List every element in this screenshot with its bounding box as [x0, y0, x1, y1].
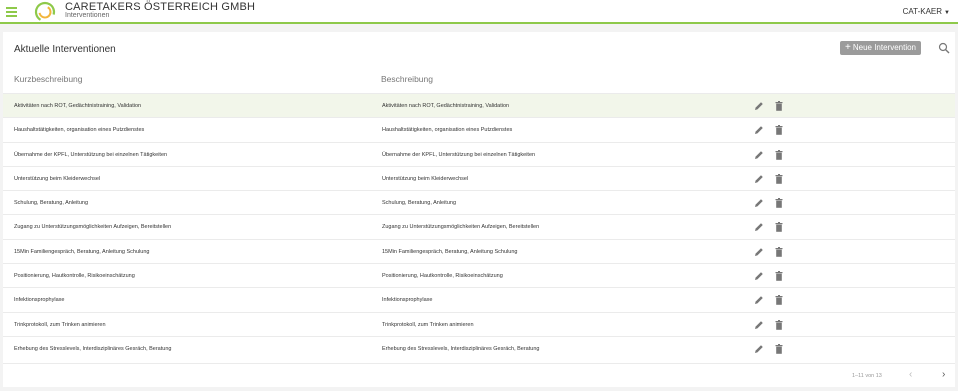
cell-description: Zugang zu Unterstützungsmöglichkeiten Au… — [382, 224, 540, 231]
trash-icon[interactable] — [775, 101, 783, 111]
trash-icon[interactable] — [775, 125, 783, 136]
pencil-icon[interactable] — [754, 150, 764, 160]
pencil-icon[interactable] — [754, 198, 764, 208]
user-menu[interactable]: CAT-KAER ▼ — [903, 7, 950, 16]
new-intervention-label: Neue Intervention — [852, 43, 916, 52]
trash-icon[interactable] — [775, 319, 783, 330]
next-page-icon[interactable]: › — [942, 369, 945, 380]
table-row[interactable]: Trinkprotokoll, zum Trinken animieren Tri… — [3, 311, 955, 336]
trash-icon[interactable] — [775, 246, 783, 257]
page-title: Aktuelle Interventionen — [14, 44, 116, 55]
menu-icon[interactable] — [6, 7, 17, 17]
pencil-icon[interactable] — [754, 344, 764, 354]
top-bar: CARETAKERS ÖSTERREICH GMBH Interventione… — [0, 0, 958, 24]
table-row[interactable]: Erhebung des Stresslevels, Interdiszipli… — [3, 335, 955, 360]
prev-page-icon[interactable]: ‹ — [909, 369, 912, 380]
cell-description: Infektionsprophylaxe — [382, 297, 433, 304]
pencil-icon[interactable] — [754, 320, 764, 330]
trash-icon[interactable] — [775, 149, 783, 160]
user-name: CAT-KAER — [902, 7, 943, 16]
trash-icon[interactable] — [775, 271, 783, 281]
cell-description: Schulung, Beratung, Anleitung — [382, 200, 457, 207]
company-logo — [34, 1, 56, 23]
column-header-description[interactable]: Beschreibung — [381, 74, 433, 84]
cell-short-description: Schulung, Beratung, Anleitung — [14, 200, 89, 207]
table-row[interactable]: Infektionsprophylaxe Infektionsprophylaxe — [3, 287, 955, 311]
pagination-bar: 1–11 von 13 ‹ › — [3, 363, 955, 387]
new-intervention-button[interactable]: + Neue Intervention — [840, 41, 921, 55]
table-row[interactable]: Unterstützung beim Kleiderwechsel Unterst… — [3, 165, 955, 190]
cell-description: Erhebung des Stresslevels, Interdiszipli… — [382, 345, 540, 352]
cell-description: Übernahme der KPFL, Unterstützung bei ei… — [382, 151, 536, 158]
cell-short-description: Infektionsprophylaxe — [14, 297, 65, 304]
cell-description: Positionierung, Hautkontrolle, Risikoein… — [382, 273, 503, 280]
cell-short-description: Haushaltstätigkeiten, organisation eines… — [14, 127, 145, 134]
table-row[interactable]: Aktivitäten nach ROT, Gedächtnistraining… — [3, 93, 955, 118]
table-row[interactable]: Schulung, Beratung, Anleitung Schulung, B… — [3, 190, 955, 214]
cell-short-description: 15Min Familiengespräch, Beratung, Anleit… — [14, 248, 150, 255]
trash-icon[interactable] — [775, 222, 783, 233]
table-row[interactable]: Positionierung, Hautkontrolle, Risikoein… — [3, 263, 955, 287]
trash-icon[interactable] — [775, 343, 783, 354]
cell-short-description: Aktivitäten nach ROT, Gedächtnistraining… — [14, 103, 142, 109]
trash-icon[interactable] — [775, 173, 783, 184]
cell-description: Unterstützung beim Kleiderwechsel — [382, 175, 469, 182]
cell-description: Trinkprotokoll, zum Trinken animieren — [382, 321, 474, 328]
pencil-icon[interactable] — [754, 174, 764, 184]
table-row[interactable]: 15Min Familiengespräch, Beratung, Anleit… — [3, 238, 955, 263]
pencil-icon[interactable] — [754, 101, 764, 111]
cell-description: 15Min Familiengespräch, Beratung, Anleit… — [382, 248, 518, 255]
cell-short-description: Übernahme der KPFL, Unterstützung bei ei… — [14, 151, 168, 158]
pencil-icon[interactable] — [754, 125, 764, 135]
cell-short-description: Trinkprotokoll, zum Trinken animieren — [14, 321, 106, 328]
trash-icon[interactable] — [775, 198, 783, 208]
column-header-short[interactable]: Kurzbeschreibung — [14, 74, 83, 84]
trash-icon[interactable] — [775, 295, 783, 306]
pencil-icon[interactable] — [754, 222, 764, 232]
cell-short-description: Unterstützung beim Kleiderwechsel — [14, 175, 101, 182]
plus-icon: + — [845, 42, 851, 53]
table-row[interactable]: Übernahme der KPFL, Unterstützung bei ei… — [3, 141, 955, 166]
interventions-table: Aktivitäten nach ROT, Gedächtnistraining… — [3, 93, 955, 360]
table-row[interactable]: Zugang zu Unterstützungsmöglichkeiten Au… — [3, 214, 955, 238]
pencil-icon[interactable] — [754, 247, 764, 257]
table-row[interactable]: Haushaltstätigkeiten, organisation eines… — [3, 117, 955, 141]
pencil-icon[interactable] — [754, 271, 764, 281]
caret-down-icon: ▼ — [944, 10, 950, 16]
cell-short-description: Positionierung, Hautkontrolle, Risikoein… — [14, 273, 135, 280]
cell-description: Haushaltstätigkeiten, organisation eines… — [382, 127, 513, 134]
pencil-icon[interactable] — [754, 295, 764, 305]
cell-short-description: Erhebung des Stresslevels, Interdiszipli… — [14, 345, 172, 352]
pagination-info: 1–11 von 13 — [852, 373, 882, 379]
page-subtitle: Interventionen — [65, 12, 110, 19]
interventions-card: Aktuelle Interventionen + Neue Interventi… — [3, 32, 955, 387]
search-icon[interactable] — [938, 42, 950, 54]
cell-description: Aktivitäten nach ROT, Gedächtnistraining… — [382, 103, 510, 109]
cell-short-description: Zugang zu Unterstützungsmöglichkeiten Au… — [14, 224, 172, 231]
